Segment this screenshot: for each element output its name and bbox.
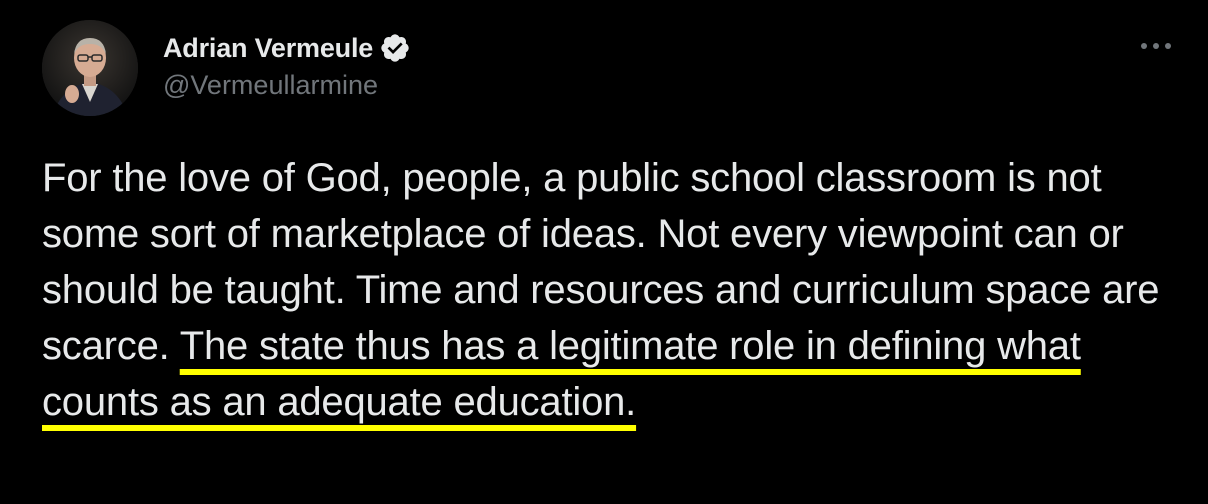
more-options-button[interactable] (1138, 36, 1174, 56)
tweet-card: Adrian Vermeule @Vermeullarmine For the … (0, 0, 1208, 504)
author-display-name[interactable]: Adrian Vermeule (163, 33, 373, 64)
author-name-row: Adrian Vermeule (163, 28, 411, 68)
verified-badge-icon (379, 32, 411, 64)
tweet-text-highlighted: The state thus has a legitimate role in … (42, 324, 1081, 424)
ellipsis-horizontal-icon (1141, 43, 1171, 49)
avatar[interactable] (42, 20, 138, 116)
tweet-text: For the love of God, people, a public sc… (42, 150, 1192, 430)
author-handle[interactable]: @Vermeullarmine (163, 70, 378, 101)
profile-photo-icon (42, 20, 138, 116)
